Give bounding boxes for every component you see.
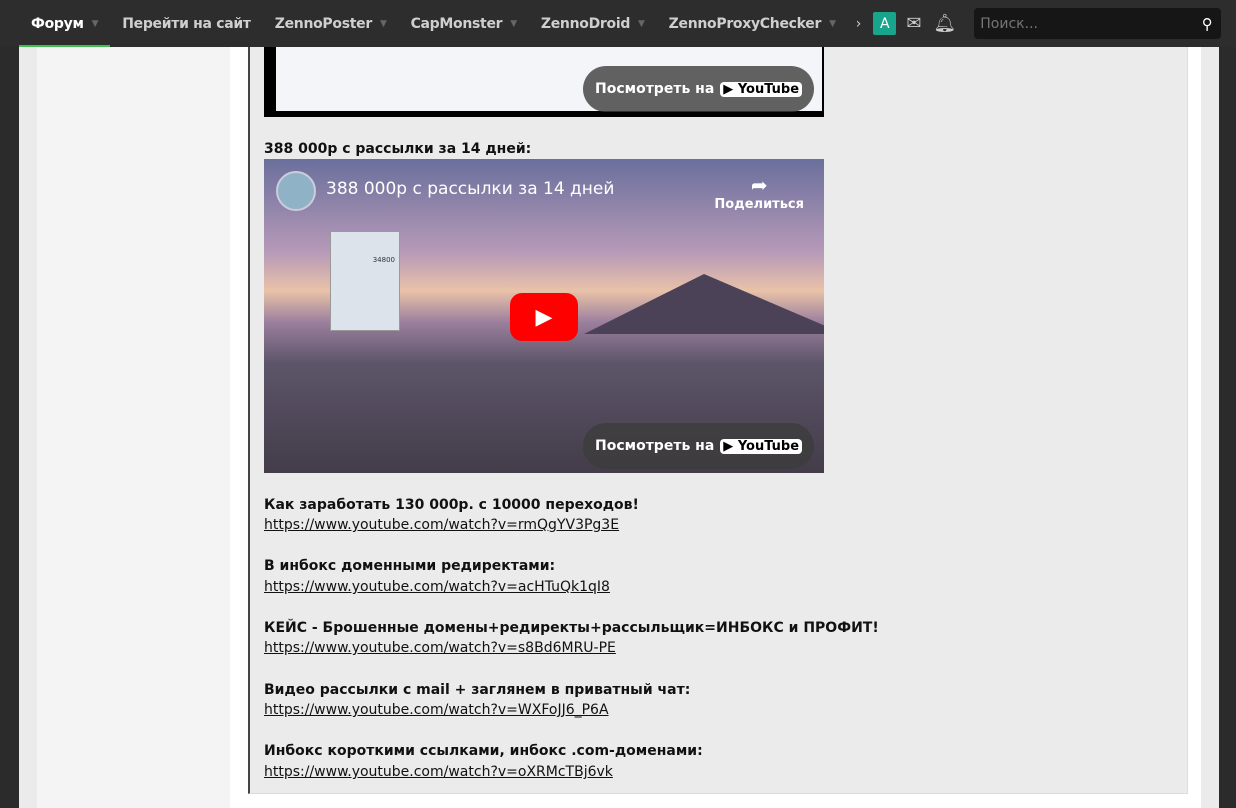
share-label: Поделиться: [714, 197, 804, 212]
youtube-link[interactable]: https://www.youtube.com/watch?v=oXRMcTBj…: [264, 764, 613, 780]
link-title: Инбокс короткими ссылками, инбокс .com-д…: [264, 743, 703, 759]
avatar[interactable]: A: [873, 12, 897, 35]
nav-zennodroid[interactable]: ZennoDroid ▼: [529, 0, 657, 47]
channel-avatar[interactable]: [276, 171, 316, 211]
nav-label: ZennoProxyChecker: [668, 15, 822, 32]
nav-label: ZennoDroid: [540, 15, 631, 32]
play-button-icon[interactable]: ▶: [510, 293, 578, 341]
link-title: КЕЙС - Брошенные домены+редиректы+рассыл…: [264, 620, 879, 636]
watch-label: Посмотреть на: [595, 438, 715, 454]
calculator-window: 34800: [330, 231, 400, 331]
link-title: Видео рассылки с mail + заглянем в прива…: [264, 682, 691, 698]
caret-down-icon[interactable]: ▼: [638, 19, 645, 29]
search-icon[interactable]: ⚲: [1193, 15, 1221, 33]
watch-on-youtube-button[interactable]: Посмотреть на ▶ YouTube: [583, 66, 815, 112]
left-gutter: [19, 47, 37, 808]
nav-go-to-site[interactable]: Перейти на сайт: [110, 0, 263, 47]
post-author-column: [37, 47, 230, 808]
youtube-embed-1[interactable]: Посмотреть на ▶ YouTube: [264, 47, 824, 117]
youtube-link[interactable]: https://www.youtube.com/watch?v=WXFoJJ6_…: [264, 702, 609, 718]
youtube-logo-icon: ▶ YouTube: [720, 81, 803, 97]
nav-capmonster[interactable]: CapMonster ▼: [399, 0, 529, 47]
nav-label: Форум: [31, 15, 84, 32]
video-heading: 388 000р с рассылки за 14 дней:: [264, 141, 532, 157]
caret-down-icon[interactable]: ▼: [829, 19, 836, 29]
right-gutter: [1201, 47, 1219, 808]
caret-down-icon[interactable]: ▼: [380, 19, 387, 29]
youtube-link[interactable]: https://www.youtube.com/watch?v=s8Bd6MRU…: [264, 640, 616, 656]
share-icon: ➦: [750, 173, 768, 197]
youtube-link[interactable]: https://www.youtube.com/watch?v=rmQgYV3P…: [264, 517, 619, 533]
quote-block: Посмотреть на ▶ YouTube 388 000р с рассыл…: [248, 47, 1188, 794]
link-title: В инбокс доменными редиректами:: [264, 558, 556, 574]
share-button[interactable]: ➦ Поделиться: [714, 173, 804, 212]
watch-on-youtube-button[interactable]: Посмотреть на ▶ YouTube: [583, 423, 815, 469]
nav-label: Перейти на сайт: [122, 15, 251, 32]
watch-label: Посмотреть на: [595, 81, 715, 97]
nav-label: ZennoPoster: [274, 15, 373, 32]
youtube-embed-2[interactable]: 34800 388 000р с рассылки за 14 дней ➦ По…: [264, 159, 824, 473]
nav-more-chevron-icon[interactable]: ›: [856, 16, 862, 32]
mail-icon[interactable]: ✉: [906, 13, 921, 34]
youtube-logo-icon: ▶ YouTube: [720, 438, 803, 454]
search-box: ⚲: [974, 8, 1222, 39]
caret-down-icon[interactable]: ▼: [510, 19, 517, 29]
nav-forum[interactable]: Форум ▼: [19, 0, 111, 47]
video-title[interactable]: 388 000р с рассылки за 14 дней: [326, 179, 614, 199]
nav-label: CapMonster: [410, 15, 503, 32]
top-navbar: Форум ▼ Перейти на сайт ZennoPoster ▼ CapM…: [0, 0, 1236, 47]
youtube-link[interactable]: https://www.youtube.com/watch?v=acHTuQk1…: [264, 579, 610, 595]
bell-icon[interactable]: 🔔︎: [933, 13, 956, 34]
nav-zennoposter[interactable]: ZennoPoster ▼: [263, 0, 399, 47]
caret-down-icon[interactable]: ▼: [92, 19, 99, 29]
nav-zennoproxychecker[interactable]: ZennoProxyChecker ▼: [657, 0, 848, 47]
search-input[interactable]: [974, 15, 1194, 32]
thumbnail-mountain: [584, 274, 824, 334]
link-title: Как заработать 130 000р. с 10000 переход…: [264, 497, 639, 513]
